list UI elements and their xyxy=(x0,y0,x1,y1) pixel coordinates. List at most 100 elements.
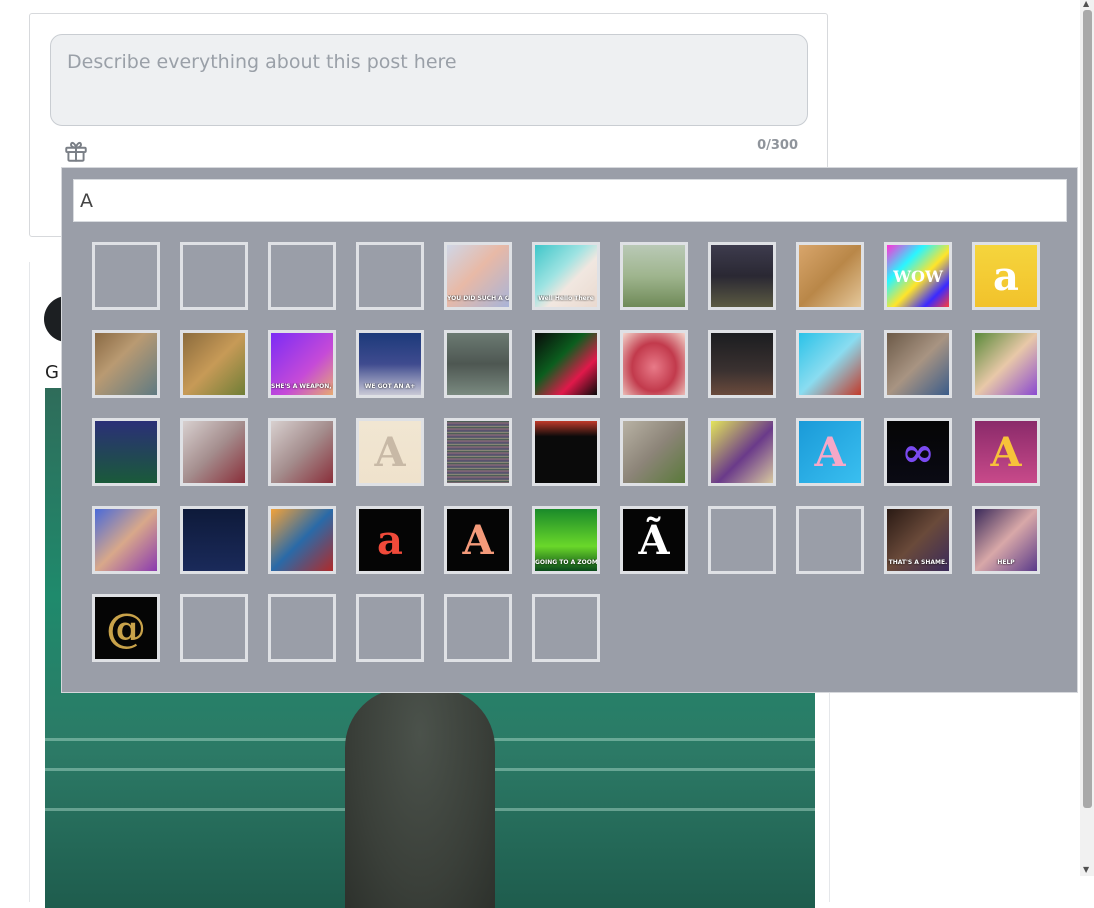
gif-result-tile[interactable] xyxy=(180,594,248,662)
gif-caption: WE GOT AN A+ xyxy=(364,383,416,390)
gif-result-tile[interactable]: @ xyxy=(92,594,160,662)
gif-result-tile[interactable] xyxy=(972,330,1040,398)
gif-thumbnail xyxy=(623,421,685,483)
gif-glyph: A xyxy=(814,428,846,476)
gif-thumbnail xyxy=(799,245,861,307)
gif-thumbnail xyxy=(623,333,685,395)
gif-thumbnail xyxy=(183,509,245,571)
gif-result-tile[interactable] xyxy=(620,330,688,398)
gif-thumbnail xyxy=(887,333,949,395)
gif-thumbnail xyxy=(95,421,157,483)
gif-result-tile[interactable]: a xyxy=(356,506,424,574)
gif-result-tile[interactable] xyxy=(620,418,688,486)
gif-thumbnail xyxy=(271,421,333,483)
gif-glyph: @ xyxy=(106,604,146,652)
gif-result-tile[interactable]: THAT'S A SHAME. xyxy=(884,506,952,574)
gif-result-tile[interactable] xyxy=(92,330,160,398)
gif-results-grid: YOU DID SUCH A GOOD JOB Well Hello There W… xyxy=(92,242,1052,662)
gif-result-tile[interactable] xyxy=(708,418,776,486)
gif-result-tile[interactable]: A xyxy=(796,418,864,486)
gif-result-tile[interactable] xyxy=(444,594,512,662)
scroll-up-arrow-icon[interactable]: ▲ xyxy=(1083,0,1089,8)
gif-result-tile[interactable] xyxy=(92,242,160,310)
gif-result-tile[interactable] xyxy=(620,242,688,310)
gif-thumbnail xyxy=(535,421,597,483)
gif-glyph: A xyxy=(374,428,406,476)
gif-result-tile[interactable]: ∞ xyxy=(884,418,952,486)
gif-glyph: A xyxy=(990,428,1022,476)
gif-glyph: A xyxy=(462,516,494,564)
gif-glyph: ∞ xyxy=(901,428,935,476)
gif-thumbnail xyxy=(447,333,509,395)
gif-result-tile[interactable] xyxy=(708,330,776,398)
gif-result-tile[interactable]: A xyxy=(972,418,1040,486)
gif-thumbnail xyxy=(95,509,157,571)
gif-thumbnail xyxy=(711,333,773,395)
gif-thumbnail xyxy=(711,245,773,307)
gif-result-tile[interactable] xyxy=(796,506,864,574)
gif-result-tile[interactable]: YOU DID SUCH A GOOD JOB xyxy=(444,242,512,310)
gif-result-tile[interactable] xyxy=(532,594,600,662)
gif-result-tile[interactable]: HELP xyxy=(972,506,1040,574)
gif-result-tile[interactable] xyxy=(356,594,424,662)
gif-result-tile[interactable] xyxy=(268,242,336,310)
gif-caption: YOU DID SUCH A GOOD JOB xyxy=(447,295,509,302)
gif-result-tile[interactable] xyxy=(884,330,952,398)
post-author-name[interactable]: G xyxy=(45,362,59,383)
gif-caption: THAT'S A SHAME. xyxy=(888,559,948,566)
gif-result-tile[interactable] xyxy=(180,418,248,486)
gif-result-tile[interactable]: A xyxy=(444,506,512,574)
gif-result-tile[interactable] xyxy=(92,506,160,574)
gift-icon[interactable] xyxy=(63,138,89,164)
gif-result-tile[interactable] xyxy=(180,242,248,310)
gif-result-tile[interactable]: WOW xyxy=(884,242,952,310)
gif-result-tile[interactable] xyxy=(708,242,776,310)
gif-caption: HELP xyxy=(997,559,1015,566)
gif-thumbnail xyxy=(535,333,597,395)
gif-thumbnail xyxy=(799,333,861,395)
gif-result-tile[interactable] xyxy=(356,242,424,310)
gif-glyph: WOW xyxy=(893,266,943,286)
gif-result-tile[interactable]: a xyxy=(972,242,1040,310)
gif-glyph: a xyxy=(377,516,403,564)
gif-thumbnail xyxy=(183,333,245,395)
page-scrollbar[interactable]: ▲ ▼ xyxy=(1080,0,1094,876)
post-description-input[interactable] xyxy=(50,34,808,126)
gif-result-tile[interactable] xyxy=(708,506,776,574)
gif-thumbnail xyxy=(447,421,509,483)
gif-result-tile[interactable] xyxy=(268,594,336,662)
gif-result-tile[interactable] xyxy=(268,418,336,486)
gif-result-tile[interactable]: Well Hello There xyxy=(532,242,600,310)
gif-thumbnail xyxy=(95,333,157,395)
hooded-person-image xyxy=(345,688,495,908)
scroll-down-arrow-icon[interactable]: ▼ xyxy=(1083,866,1089,874)
gif-result-tile[interactable]: Ã xyxy=(620,506,688,574)
gif-result-tile[interactable]: GOING TO A ZOOM PARTY xyxy=(532,506,600,574)
gif-search-input[interactable] xyxy=(73,179,1067,222)
gif-result-tile[interactable]: A xyxy=(356,418,424,486)
gif-caption: Well Hello There xyxy=(538,295,594,302)
gif-result-tile[interactable] xyxy=(532,418,600,486)
gif-thumbnail xyxy=(271,509,333,571)
gif-thumbnail xyxy=(183,421,245,483)
gif-picker-panel: YOU DID SUCH A GOOD JOB Well Hello There W… xyxy=(61,167,1078,693)
gif-result-tile[interactable] xyxy=(92,418,160,486)
gif-thumbnail xyxy=(975,333,1037,395)
gif-glyph: Ã xyxy=(638,516,670,564)
character-counter: 0/300 xyxy=(757,138,798,153)
gif-result-tile[interactable]: WE GOT AN A+ xyxy=(356,330,424,398)
gif-result-tile[interactable] xyxy=(180,330,248,398)
gif-result-tile[interactable] xyxy=(444,330,512,398)
scroll-thumb[interactable] xyxy=(1083,10,1092,808)
gif-result-tile[interactable]: SHE'S A WEAPON, MAN xyxy=(268,330,336,398)
gif-result-tile[interactable] xyxy=(444,418,512,486)
gif-result-tile[interactable] xyxy=(796,242,864,310)
gif-thumbnail xyxy=(711,421,773,483)
gif-thumbnail xyxy=(623,245,685,307)
gif-result-tile[interactable] xyxy=(268,506,336,574)
gif-result-tile[interactable] xyxy=(180,506,248,574)
gif-caption: GOING TO A ZOOM PARTY xyxy=(535,559,597,566)
gif-result-tile[interactable] xyxy=(532,330,600,398)
gif-result-tile[interactable] xyxy=(796,330,864,398)
gif-caption: SHE'S A WEAPON, MAN xyxy=(271,383,333,390)
